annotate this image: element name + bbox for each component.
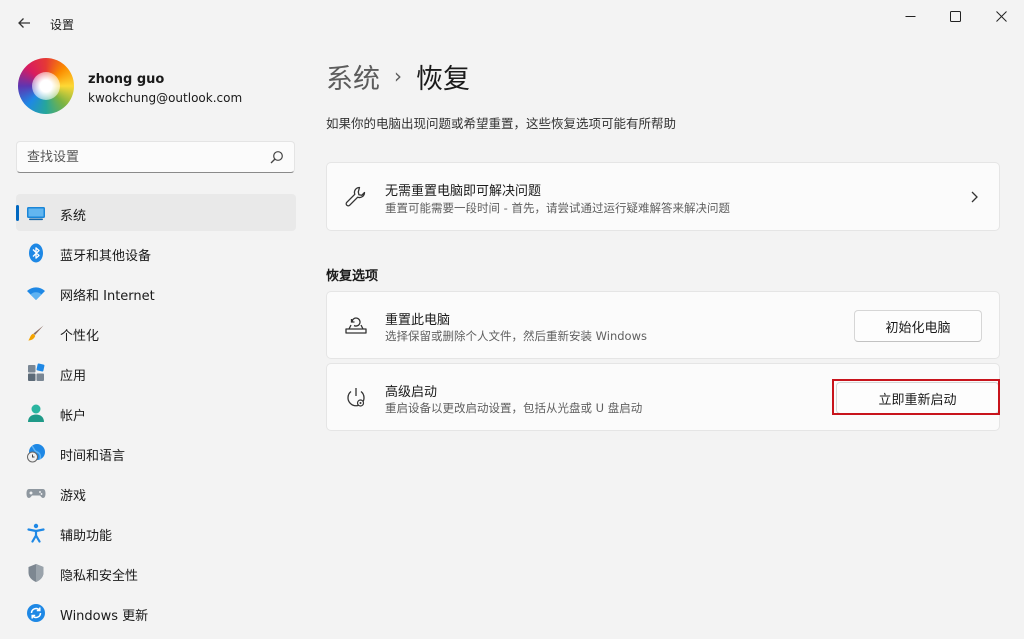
troubleshoot-card[interactable]: 无需重置电脑即可解决问题 重置可能需要一段时间 - 首先，请尝试通过运行疑难解答… bbox=[326, 162, 1000, 231]
reset-pc-icon bbox=[345, 317, 367, 334]
minimize-icon bbox=[905, 15, 915, 17]
search-box bbox=[16, 141, 295, 173]
reset-pc-subtitle: 选择保留或删除个人文件，然后重新安装 Windows bbox=[385, 329, 647, 343]
sidebar-item-network[interactable]: 网络和 Internet bbox=[16, 274, 296, 311]
page-title: 恢复 bbox=[416, 63, 470, 95]
breadcrumb: 系统 › 恢复 bbox=[326, 56, 470, 96]
accessibility-icon bbox=[27, 523, 45, 543]
close-icon bbox=[995, 10, 1007, 22]
sidebar-item-label: 隐私和安全性 bbox=[60, 569, 139, 584]
sidebar-item-gaming[interactable]: 游戏 bbox=[16, 474, 296, 511]
user-email: kwokchung@outlook.com bbox=[88, 91, 243, 105]
reset-pc-title: 重置此电脑 bbox=[385, 313, 451, 328]
bluetooth-icon bbox=[29, 243, 43, 263]
power-settings-icon bbox=[347, 388, 365, 407]
advanced-startup-card: 高级启动 重启设备以更改启动设置，包括从光盘或 U 盘启动 立即重新启动 bbox=[326, 363, 1000, 431]
sidebar-item-apps[interactable]: 应用 bbox=[16, 354, 296, 391]
user-profile[interactable]: zhong guo kwokchung@outlook.com bbox=[18, 58, 298, 116]
wifi-icon bbox=[27, 287, 45, 300]
globe-clock-icon bbox=[27, 444, 45, 463]
sidebar-item-label: 应用 bbox=[60, 369, 87, 384]
sidebar-item-accessibility[interactable]: 辅助功能 bbox=[16, 514, 296, 551]
user-name: zhong guo bbox=[88, 72, 165, 87]
chevron-right-icon bbox=[971, 191, 978, 203]
restart-now-button[interactable]: 立即重新启动 bbox=[836, 382, 999, 414]
advanced-startup-subtitle: 重启设备以更改启动设置，包括从光盘或 U 盘启动 bbox=[385, 401, 643, 415]
sidebar-item-accounts[interactable]: 帐户 bbox=[16, 394, 296, 431]
maximize-button[interactable] bbox=[932, 0, 978, 32]
troubleshoot-subtitle: 重置可能需要一段时间 - 首先，请尝试通过运行疑难解答来解决问题 bbox=[385, 201, 730, 215]
page-description: 如果你的电脑出现问题或希望重置，这些恢复选项可能有所帮助 bbox=[326, 116, 677, 131]
wrench-icon bbox=[345, 186, 366, 207]
shield-icon bbox=[28, 564, 44, 582]
avatar bbox=[18, 58, 74, 114]
gamepad-icon bbox=[26, 489, 46, 498]
sidebar-item-label: 游戏 bbox=[60, 489, 87, 504]
apps-icon bbox=[28, 363, 45, 381]
maximize-icon bbox=[949, 10, 961, 22]
update-icon bbox=[27, 604, 45, 622]
sidebar-item-time-language[interactable]: 时间和语言 bbox=[16, 434, 296, 471]
account-icon bbox=[28, 404, 44, 422]
sidebar-item-system[interactable]: 系统 bbox=[16, 194, 296, 231]
sidebar-item-bluetooth[interactable]: 蓝牙和其他设备 bbox=[16, 234, 296, 271]
reset-pc-card: 重置此电脑 选择保留或删除个人文件，然后重新安装 Windows 初始化电脑 bbox=[326, 291, 1000, 359]
title-bar: 设置 bbox=[0, 0, 1024, 48]
sidebar-item-label: 个性化 bbox=[60, 329, 100, 344]
advanced-startup-title: 高级启动 bbox=[385, 385, 438, 400]
sidebar-item-label: 系统 bbox=[60, 209, 87, 224]
sidebar-item-windows-update[interactable]: Windows 更新 bbox=[16, 594, 296, 631]
sidebar-item-label: Windows 更新 bbox=[60, 609, 149, 624]
sidebar-item-label: 时间和语言 bbox=[60, 449, 126, 464]
search-icon[interactable] bbox=[270, 150, 284, 164]
troubleshoot-title: 无需重置电脑即可解决问题 bbox=[385, 184, 542, 199]
breadcrumb-parent[interactable]: 系统 bbox=[326, 57, 380, 96]
section-title: 恢复选项 bbox=[326, 269, 379, 284]
back-button[interactable] bbox=[12, 10, 36, 36]
sidebar-nav: 系统 蓝牙和其他设备 网络和 Internet 个性化 应用 帐户 时间和语言 … bbox=[16, 194, 296, 634]
back-arrow-icon bbox=[18, 18, 30, 28]
app-title: 设置 bbox=[50, 18, 75, 32]
minimize-button[interactable] bbox=[887, 0, 933, 32]
sidebar-item-label: 蓝牙和其他设备 bbox=[60, 249, 152, 264]
sidebar-item-privacy[interactable]: 隐私和安全性 bbox=[16, 554, 296, 591]
brush-icon bbox=[28, 325, 44, 341]
breadcrumb-separator: › bbox=[394, 64, 402, 88]
sidebar-item-personalization[interactable]: 个性化 bbox=[16, 314, 296, 351]
close-button[interactable] bbox=[978, 0, 1024, 32]
sidebar-item-label: 辅助功能 bbox=[60, 529, 113, 544]
sidebar-item-label: 帐户 bbox=[60, 409, 87, 424]
sidebar-item-label: 网络和 Internet bbox=[60, 289, 155, 304]
reset-pc-button[interactable]: 初始化电脑 bbox=[854, 310, 982, 342]
system-icon bbox=[27, 207, 45, 221]
search-input[interactable] bbox=[17, 142, 257, 172]
